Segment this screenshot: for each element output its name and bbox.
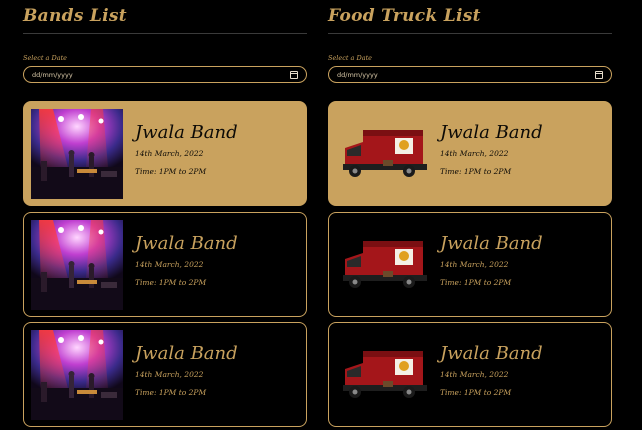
food-truck-date: 14th March, 2022	[440, 260, 509, 269]
calendar-icon[interactable]	[595, 70, 603, 79]
food-truck-name: Jwala Band	[440, 233, 543, 254]
band-date: 14th March, 2022	[135, 370, 204, 379]
band-date: 14th March, 2022	[135, 149, 204, 158]
band-card[interactable]: Jwala Band 14th March, 2022 Time: 1PM to…	[23, 212, 307, 317]
band-card[interactable]: Jwala Band 14th March, 2022 Time: 1PM to…	[23, 322, 307, 427]
food-truck-time: Time: 1PM to 2PM	[440, 278, 512, 287]
food-truck-name: Jwala Band	[440, 122, 543, 143]
band-name: Jwala Band	[135, 343, 238, 364]
band-photo	[31, 220, 123, 310]
food-truck-time: Time: 1PM to 2PM	[440, 388, 512, 397]
band-photo	[31, 330, 123, 420]
food-trucks-title: Food Truck List	[328, 6, 481, 26]
food-trucks-date-input[interactable]: dd/mm/yyyy	[328, 66, 612, 83]
band-time: Time: 1PM to 2PM	[135, 388, 207, 397]
food-truck-photo	[343, 345, 427, 405]
food-truck-card[interactable]: Jwala Band 14th March, 2022 Time: 1PM to…	[328, 101, 612, 206]
bands-date-input[interactable]: dd/mm/yyyy	[23, 66, 307, 83]
band-date: 14th March, 2022	[135, 260, 204, 269]
band-time: Time: 1PM to 2PM	[135, 278, 207, 287]
food-truck-photo	[343, 235, 427, 295]
food-truck-photo	[343, 124, 427, 184]
calendar-icon[interactable]	[290, 70, 298, 79]
band-card[interactable]: Jwala Band 14th March, 2022 Time: 1PM to…	[23, 101, 307, 206]
band-time: Time: 1PM to 2PM	[135, 167, 207, 176]
band-photo	[31, 109, 123, 199]
food-trucks-date-label: Select a Date	[328, 54, 373, 62]
bands-date-label: Select a Date	[23, 54, 68, 62]
band-name: Jwala Band	[135, 233, 238, 254]
band-name: Jwala Band	[135, 122, 238, 143]
bands-divider	[23, 33, 307, 34]
food-trucks-date-placeholder: dd/mm/yyyy	[337, 70, 378, 79]
food-truck-time: Time: 1PM to 2PM	[440, 167, 512, 176]
food-truck-card[interactable]: Jwala Band 14th March, 2022 Time: 1PM to…	[328, 322, 612, 427]
food-truck-date: 14th March, 2022	[440, 370, 509, 379]
bands-date-placeholder: dd/mm/yyyy	[32, 70, 73, 79]
bands-title: Bands List	[23, 6, 127, 26]
food-truck-name: Jwala Band	[440, 343, 543, 364]
food-truck-date: 14th March, 2022	[440, 149, 509, 158]
food-trucks-divider	[328, 33, 612, 34]
food-truck-card[interactable]: Jwala Band 14th March, 2022 Time: 1PM to…	[328, 212, 612, 317]
